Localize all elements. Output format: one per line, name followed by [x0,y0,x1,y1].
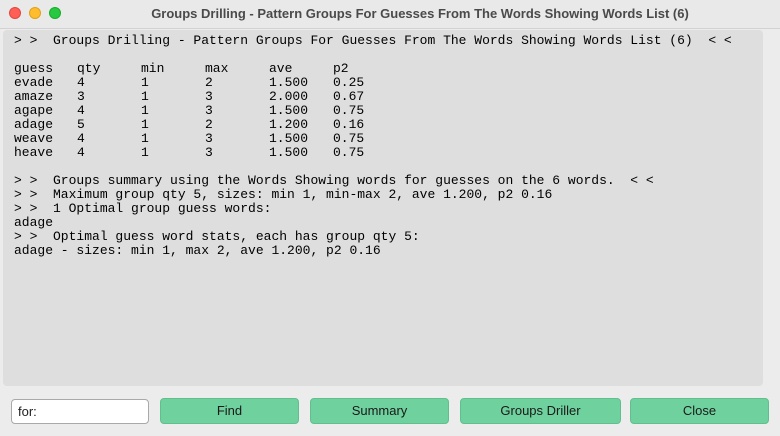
cell-guess: adage [14,117,54,132]
scroll-gutter [765,30,777,386]
summary-line: adage - sizes: min 1, max 2, ave 1.200, … [14,243,381,258]
cell-qty: 3 [77,89,85,104]
column-header-min: min [141,61,165,76]
table-row: amaze 3 1 3 2.000 0.67 [14,90,374,104]
summary-line: > > Optimal guess word stats, each has g… [14,229,420,244]
window-minimize-dot[interactable] [29,7,41,19]
cell-min: 1 [141,75,149,90]
output-header-line: > > Groups Drilling - Pattern Groups For… [14,33,732,48]
cell-min: 1 [141,117,149,132]
groups-drilling-window: Groups Drilling - Pattern Groups For Gue… [0,0,780,436]
window-zoom-dot[interactable] [49,7,61,19]
summary-line: > > 1 Optimal group guess words: [14,201,272,216]
cell-max: 3 [205,131,213,146]
cell-p2: 0.16 [333,117,365,132]
column-header-qty: qty [77,61,101,76]
cell-ave: 1.500 [269,103,309,118]
groups-driller-button[interactable]: Groups Driller [460,398,621,424]
cell-max: 3 [205,89,213,104]
table-row: adage 5 1 2 1.200 0.16 [14,118,374,132]
cell-p2: 0.75 [333,103,365,118]
summary-line: > > Maximum group qty 5, sizes: min 1, m… [14,187,553,202]
cell-p2: 0.75 [333,145,365,160]
cell-guess: evade [14,75,54,90]
cell-p2: 0.75 [333,131,365,146]
table-header-row: guess qty min max ave p2 [14,62,374,76]
cell-ave: 2.000 [269,89,309,104]
cell-qty: 5 [77,117,85,132]
cell-min: 1 [141,103,149,118]
cell-ave: 1.500 [269,145,309,160]
table-row: evade 4 1 2 1.500 0.25 [14,76,374,90]
cell-guess: amaze [14,89,54,104]
column-header-p2: p2 [333,61,349,76]
cell-max: 3 [205,103,213,118]
title-bar: Groups Drilling - Pattern Groups For Gue… [0,0,780,29]
column-header-ave: ave [269,61,293,76]
cell-ave: 1.500 [269,75,309,90]
cell-qty: 4 [77,145,85,160]
cell-p2: 0.67 [333,89,365,104]
column-header-guess: guess [14,61,54,76]
cell-ave: 1.200 [269,117,309,132]
search-input[interactable]: for: [11,399,149,424]
summary-button[interactable]: Summary [310,398,449,424]
summary-line: > > Groups summary using the Words Showi… [14,173,654,188]
output-text-area[interactable]: > > Groups Drilling - Pattern Groups For… [3,30,763,386]
cell-max: 2 [205,117,213,132]
window-title: Groups Drilling - Pattern Groups For Gue… [151,6,689,21]
cell-guess: heave [14,145,54,160]
find-button[interactable]: Find [160,398,299,424]
cell-ave: 1.500 [269,131,309,146]
table-row: weave 4 1 3 1.500 0.75 [14,132,374,146]
cell-min: 1 [141,145,149,160]
cell-max: 2 [205,75,213,90]
window-close-dot[interactable] [9,7,21,19]
summary-line: adage [14,215,54,230]
close-button[interactable]: Close [630,398,769,424]
table-row: heave 4 1 3 1.500 0.75 [14,146,374,160]
cell-qty: 4 [77,75,85,90]
cell-p2: 0.25 [333,75,365,90]
cell-min: 1 [141,89,149,104]
cell-max: 3 [205,145,213,160]
cell-qty: 4 [77,131,85,146]
bottom-toolbar: for: Find Summary Groups Driller Close [0,388,780,436]
table-row: agape 4 1 3 1.500 0.75 [14,104,374,118]
cell-guess: weave [14,131,54,146]
cell-min: 1 [141,131,149,146]
cell-qty: 4 [77,103,85,118]
cell-guess: agape [14,103,54,118]
column-header-max: max [205,61,229,76]
